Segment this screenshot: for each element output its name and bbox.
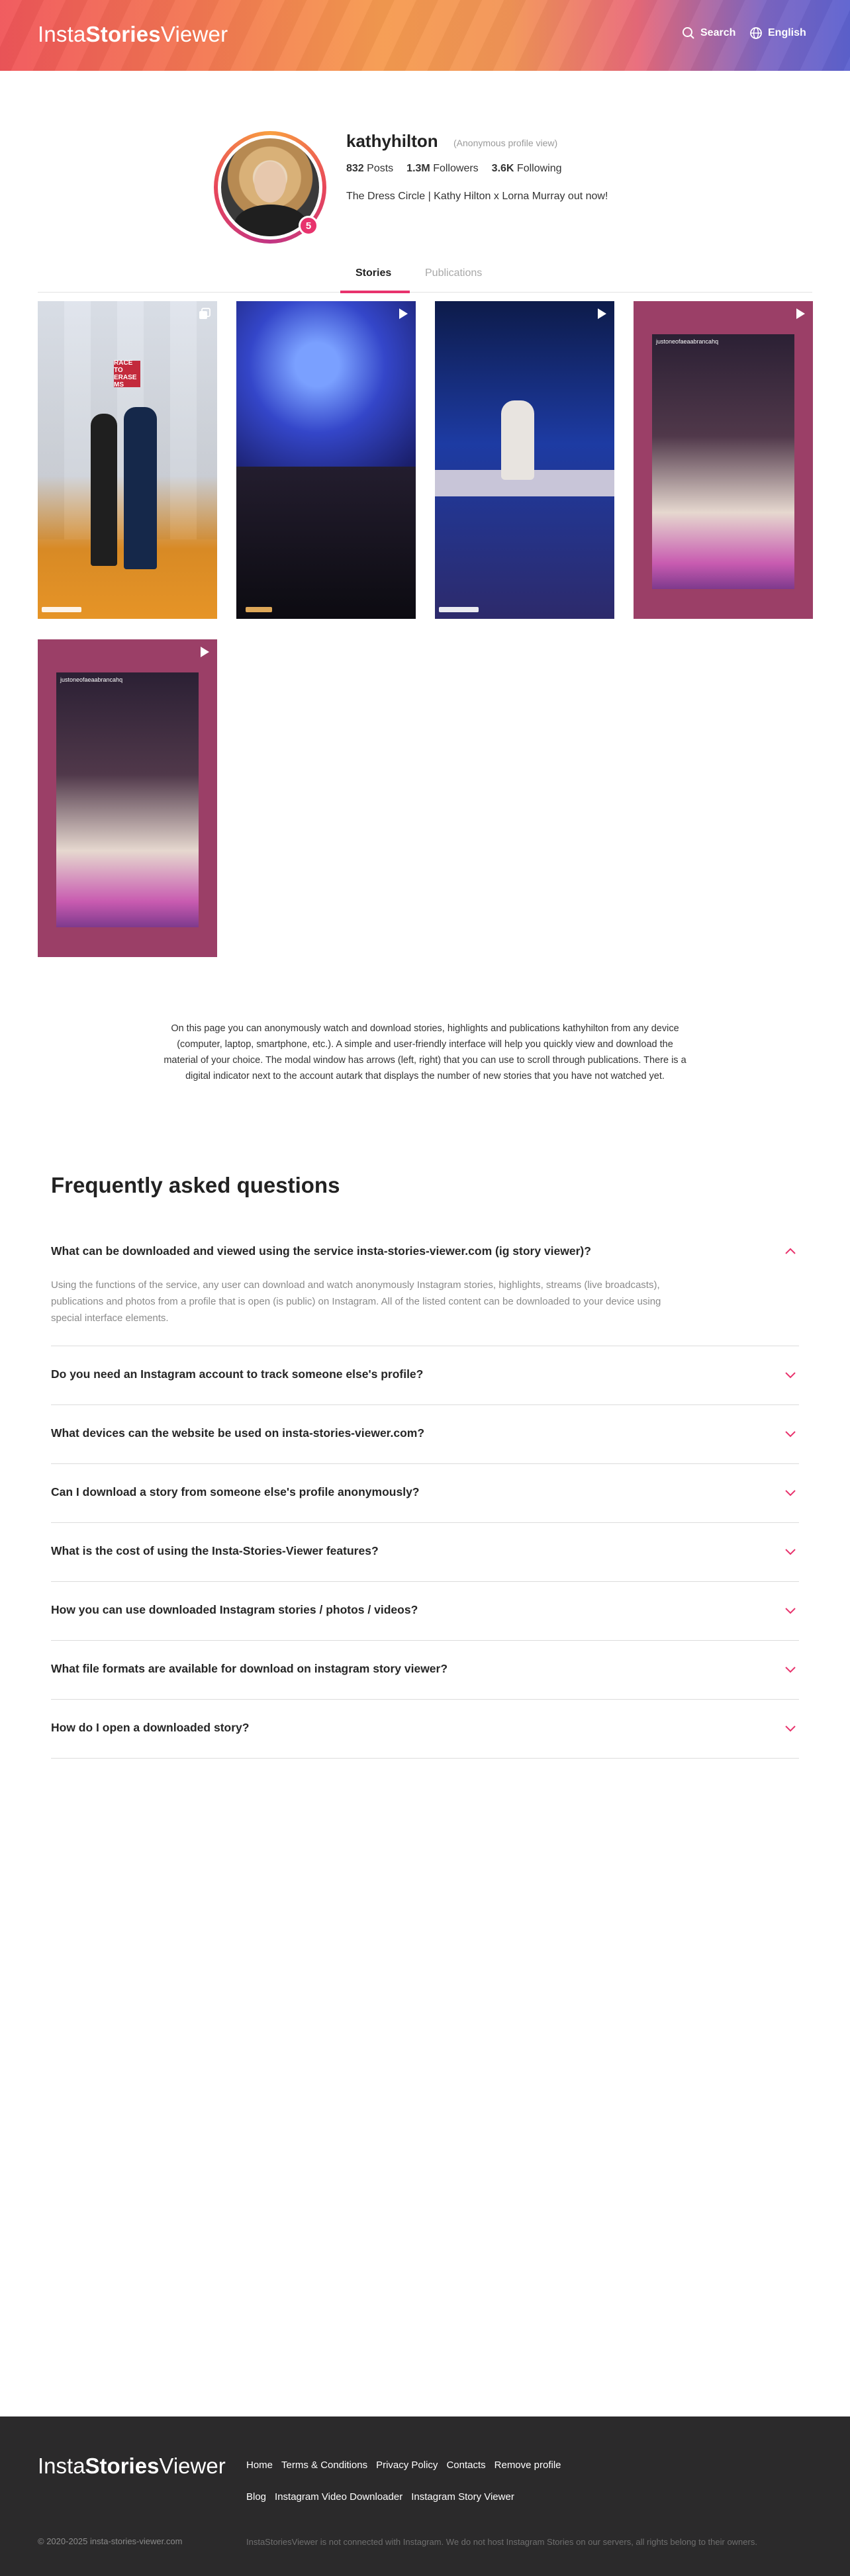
faq-question[interactable]: What is the cost of using the Insta-Stor… — [51, 1544, 799, 1558]
search-button[interactable]: Search — [682, 26, 735, 40]
followers-stat: 1.3M Followers — [406, 163, 479, 174]
footer-link-story-viewer[interactable]: Instagram Story Viewer — [411, 2491, 514, 2503]
chevron-down-icon[interactable] — [784, 1487, 796, 1498]
play-icon — [399, 308, 408, 319]
page-description: On this page you can anonymously watch a… — [164, 1023, 686, 1081]
footer-copyright: © 2020-2025 insta-stories-viewer.com — [38, 2536, 183, 2546]
story-card[interactable]: RACE TO ERASE MS — [38, 301, 217, 619]
chevron-down-icon[interactable] — [784, 1663, 796, 1675]
site-logo[interactable]: InstaStoriesViewer — [38, 22, 228, 47]
faq-item[interactable]: What is the cost of using the Insta-Stor… — [51, 1544, 799, 1558]
faq-question[interactable]: What devices can the website be used on … — [51, 1426, 799, 1440]
faq-item[interactable]: What can be downloaded and viewed using … — [51, 1244, 799, 1326]
chevron-down-icon[interactable] — [784, 1369, 796, 1381]
footer-link-home[interactable]: Home — [246, 2460, 273, 2471]
story-overlay-username: justoneofaeaabrancahq — [656, 338, 719, 345]
faq-divider — [51, 1640, 799, 1641]
footer-link-blog[interactable]: Blog — [246, 2491, 266, 2503]
footer-links-secondary: Blog Instagram Video Downloader Instagra… — [246, 2491, 514, 2503]
profile-bio: The Dress Circle | Kathy Hilton x Lorna … — [346, 191, 608, 202]
footer-links-primary: Home Terms & Conditions Privacy Policy C… — [246, 2460, 561, 2471]
event-sign: RACE TO ERASE MS — [114, 359, 140, 389]
faq-item[interactable]: How you can use downloaded Instagram sto… — [51, 1603, 799, 1617]
faq-question[interactable]: How you can use downloaded Instagram sto… — [51, 1603, 799, 1617]
faq-divider — [51, 1522, 799, 1523]
play-icon — [598, 308, 606, 319]
play-icon — [796, 308, 805, 319]
chevron-down-icon[interactable] — [784, 1722, 796, 1734]
faq-item[interactable]: What file formats are available for down… — [51, 1662, 799, 1676]
chevron-down-icon[interactable] — [784, 1604, 796, 1616]
content-tabs: Stories Publications — [38, 262, 812, 293]
anonymous-view-label: (Anonymous profile view) — [453, 138, 558, 148]
site-header: InstaStoriesViewer Search English — [0, 0, 850, 71]
faq-divider — [51, 1404, 799, 1405]
faq-item[interactable]: Do you need an Instagram account to trac… — [51, 1367, 799, 1381]
story-overlay-username: justoneofaeaabrancahq — [60, 676, 123, 683]
footer-disclaimer: InstaStoriesViewer is not connected with… — [246, 2537, 757, 2547]
footer-link-remove-profile[interactable]: Remove profile — [495, 2460, 561, 2471]
tab-stories[interactable]: Stories — [355, 267, 391, 279]
footer-logo[interactable]: InstaStoriesViewer — [38, 2454, 226, 2479]
search-icon — [683, 27, 694, 39]
chevron-up-icon[interactable] — [784, 1246, 796, 1258]
story-card[interactable] — [236, 301, 416, 619]
new-stories-count-badge: 5 — [299, 216, 318, 236]
following-stat: 3.6K Following — [491, 163, 562, 174]
profile-stats: 832 Posts 1.3M Followers 3.6K Following — [346, 163, 575, 175]
active-tab-indicator — [340, 291, 410, 293]
posts-stat: 832 Posts — [346, 163, 394, 174]
faq-divider — [51, 1463, 799, 1464]
faq-question[interactable]: How do I open a downloaded story? — [51, 1721, 799, 1735]
faq-item[interactable]: How do I open a downloaded story? — [51, 1721, 799, 1735]
footer-link-video-downloader[interactable]: Instagram Video Downloader — [275, 2491, 402, 2503]
chevron-down-icon[interactable] — [784, 1545, 796, 1557]
site-footer: InstaStoriesViewer Home Terms & Conditio… — [0, 2416, 850, 2576]
faq-divider — [51, 1581, 799, 1582]
faq-divider — [51, 1758, 799, 1759]
footer-link-contacts[interactable]: Contacts — [446, 2460, 485, 2471]
faq-question[interactable]: Do you need an Instagram account to trac… — [51, 1367, 799, 1381]
faq-question[interactable]: What can be downloaded and viewed using … — [51, 1244, 799, 1258]
faq-question[interactable]: What file formats are available for down… — [51, 1662, 799, 1676]
profile-username: kathyhilton — [346, 131, 438, 151]
faq-item[interactable]: What devices can the website be used on … — [51, 1426, 799, 1440]
footer-link-privacy[interactable]: Privacy Policy — [376, 2460, 438, 2471]
carousel-icon — [199, 308, 211, 319]
play-icon — [201, 647, 209, 657]
footer-link-terms[interactable]: Terms & Conditions — [281, 2460, 367, 2471]
faq-item[interactable]: Can I download a story from someone else… — [51, 1485, 799, 1499]
tab-publications[interactable]: Publications — [425, 267, 482, 279]
faq-question[interactable]: Can I download a story from someone else… — [51, 1485, 799, 1499]
language-selector[interactable]: English — [749, 26, 806, 40]
faq-divider — [51, 1699, 799, 1700]
chevron-down-icon[interactable] — [784, 1428, 796, 1440]
story-card[interactable]: justoneofaeaabrancahq — [634, 301, 813, 619]
faq-answer: Using the functions of the service, any … — [51, 1279, 661, 1324]
story-card[interactable]: justoneofaeaabrancahq — [38, 639, 217, 957]
search-label: Search — [700, 27, 736, 38]
faq-title: Frequently asked questions — [51, 1173, 340, 1197]
language-label: English — [768, 27, 806, 38]
story-card[interactable] — [435, 301, 614, 619]
globe-icon — [750, 27, 762, 39]
